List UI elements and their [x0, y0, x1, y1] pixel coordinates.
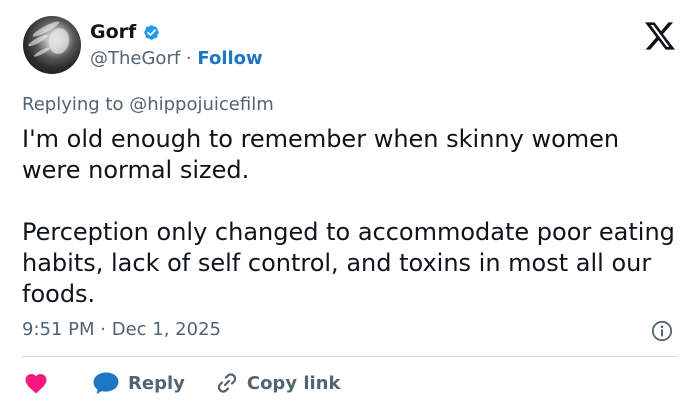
author-handle[interactable]: @TheGorf — [90, 48, 180, 69]
reply-label: Reply — [128, 372, 185, 394]
author-name[interactable]: Gorf — [90, 20, 136, 44]
follow-button[interactable]: Follow — [197, 48, 262, 69]
heart-icon — [25, 374, 47, 394]
replying-handle[interactable]: @hippojuicefilm — [129, 94, 274, 115]
avatar[interactable] — [23, 16, 81, 74]
link-icon — [217, 373, 236, 393]
action-bar: Reply Copy link — [24, 369, 340, 397]
reply-bubble-icon — [93, 372, 119, 394]
info-icon[interactable] — [651, 320, 673, 342]
timestamp-separator: · — [100, 319, 106, 340]
tweet-paragraph: Perception only changed to accommodate p… — [22, 218, 675, 308]
copy-link-label: Copy link — [246, 372, 341, 394]
timestamp-time[interactable]: 9:51 PM — [22, 319, 95, 340]
replying-to: Replying to @hippojuicefilm — [22, 93, 274, 117]
replying-prefix: Replying to — [22, 94, 124, 115]
verified-badge-icon — [144, 24, 160, 40]
reply-button[interactable]: Reply — [92, 371, 185, 395]
tweet-text: I'm old enough to remember when skinny w… — [22, 124, 682, 310]
x-logo-icon[interactable] — [643, 21, 677, 51]
timestamp-date[interactable]: Dec 1, 2025 — [112, 319, 221, 340]
copy-link-button[interactable]: Copy link — [215, 371, 341, 395]
author-handle-row: @TheGorf · Follow — [90, 47, 263, 71]
divider — [22, 356, 678, 357]
like-button[interactable] — [24, 372, 48, 394]
timestamp[interactable]: 9:51 PM · Dec 1, 2025 — [22, 318, 221, 342]
handle-separator: · — [185, 48, 192, 69]
author-name-row[interactable]: Gorf — [90, 20, 161, 44]
tweet-paragraph: I'm old enough to remember when skinny w… — [22, 125, 620, 184]
